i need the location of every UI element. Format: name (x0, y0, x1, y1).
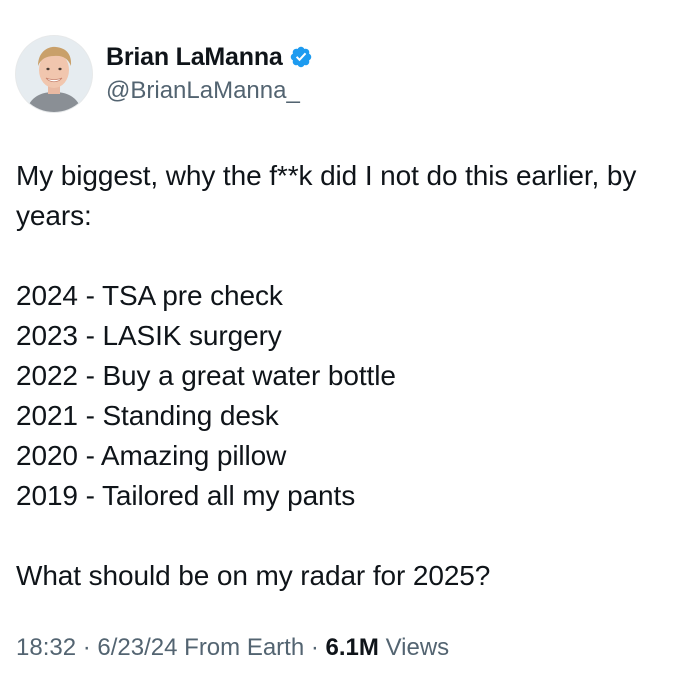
tweet-intro: My biggest, why the f**k did I not do th… (16, 160, 637, 231)
author-handle[interactable]: @BrianLaManna_ (106, 77, 313, 105)
meta-separator: · (82, 634, 91, 661)
tweet-source: From Earth (184, 634, 305, 661)
tweet-time[interactable]: 18:32 (16, 634, 76, 661)
list-item: 2020 - Amazing pillow (16, 440, 287, 471)
tweet-question: What should be on my radar for 2025? (16, 560, 491, 591)
tweet-text: My biggest, why the f**k did I not do th… (16, 156, 684, 596)
verified-badge-icon[interactable] (289, 45, 313, 69)
list-item: 2023 - LASIK surgery (16, 320, 282, 351)
profile-photo-icon (16, 36, 92, 112)
author-info: Brian LaManna @BrianLaManna_ (106, 41, 313, 105)
avatar[interactable] (16, 36, 92, 112)
list-item: 2024 - TSA pre check (16, 280, 283, 311)
list-item: 2022 - Buy a great water bottle (16, 360, 396, 391)
meta-separator: · (310, 634, 319, 661)
tweet-header: Brian LaManna @BrianLaManna_ (16, 36, 313, 112)
display-name[interactable]: Brian LaManna (106, 43, 283, 72)
views-count[interactable]: 6.1M (326, 634, 379, 661)
views-label: Views (385, 634, 450, 661)
list-item: 2021 - Standing desk (16, 400, 279, 431)
tweet-meta: 18:32 · 6/23/24 From Earth · 6.1M Views (16, 634, 449, 662)
tweet-card: Brian LaManna @BrianLaManna_ My biggest,… (0, 0, 700, 700)
tweet-date[interactable]: 6/23/24 (97, 634, 177, 661)
list-item: 2019 - Tailored all my pants (16, 480, 356, 511)
display-name-row: Brian LaManna (106, 41, 313, 73)
